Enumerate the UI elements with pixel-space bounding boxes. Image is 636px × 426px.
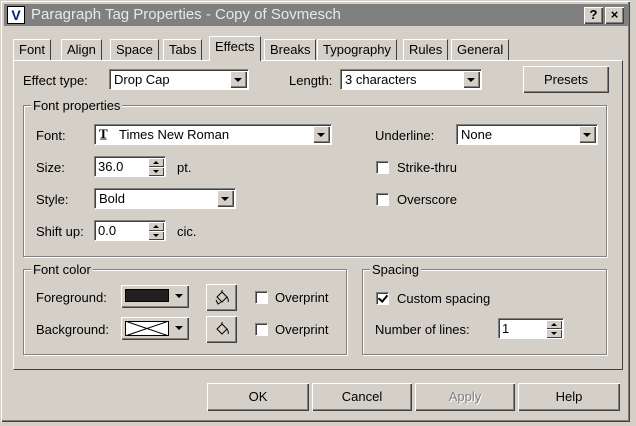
window-title: Paragraph Tag Properties - Copy of Sovme…	[31, 6, 341, 23]
apply-button[interactable]: Apply	[415, 383, 515, 411]
tab-space[interactable]: Space	[110, 39, 159, 60]
tab-general[interactable]: General	[451, 39, 510, 60]
help-button[interactable]: Help	[518, 383, 620, 411]
tab-breaks[interactable]: Breaks	[264, 39, 317, 60]
help-title-button[interactable]: ?	[584, 7, 603, 24]
tab-rules[interactable]: Rules	[403, 39, 449, 60]
effects-panel	[13, 60, 623, 370]
dialog-window: V Paragraph Tag Properties - Copy of Sov…	[0, 0, 630, 422]
tab-font[interactable]: Font	[13, 39, 52, 60]
ok-button[interactable]: OK	[207, 383, 309, 411]
title-bar: V Paragraph Tag Properties - Copy of Sov…	[4, 4, 628, 26]
app-icon: V	[7, 6, 25, 24]
tab-align[interactable]: Align	[61, 39, 102, 60]
close-button[interactable]: ×	[605, 7, 624, 24]
cancel-button[interactable]: Cancel	[312, 383, 412, 411]
tab-typography[interactable]: Typography	[317, 39, 397, 60]
tab-tabs[interactable]: Tabs	[163, 39, 203, 60]
tab-effects[interactable]: Effects	[209, 36, 261, 61]
